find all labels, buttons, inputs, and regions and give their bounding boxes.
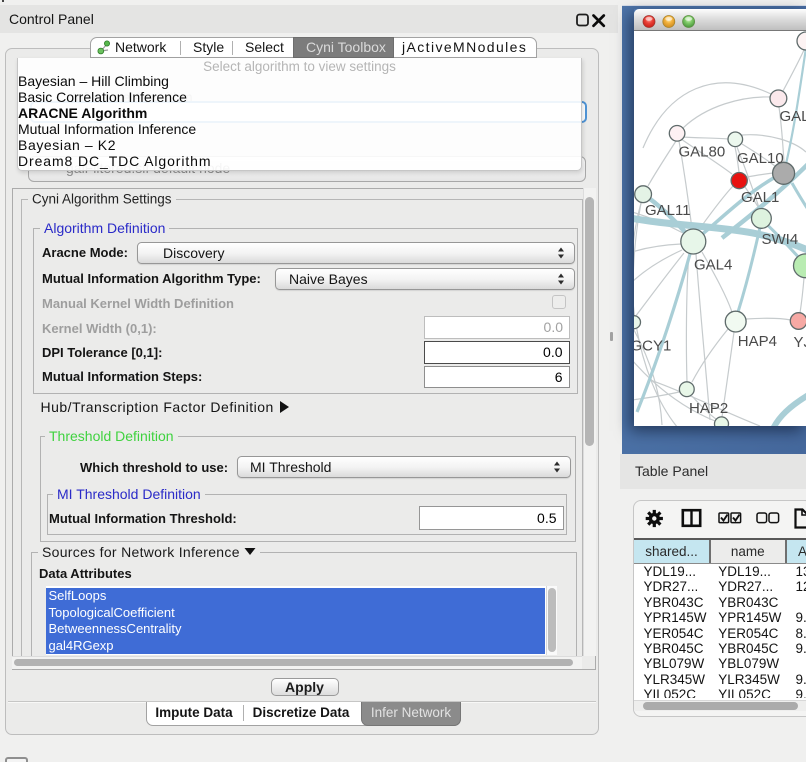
svg-text:HAP2: HAP2 (689, 400, 728, 417)
svg-text:GAL80: GAL80 (679, 143, 726, 160)
svg-text:GAL11: GAL11 (645, 202, 691, 219)
svg-text:GCY1: GCY1 (634, 338, 671, 355)
svg-text:HAP4: HAP4 (738, 333, 777, 350)
svg-text:GAL4: GAL4 (694, 257, 732, 274)
svg-text:GAL7: GAL7 (780, 108, 806, 125)
svg-text:YJ: YJ (794, 334, 806, 351)
svg-text:GAL10: GAL10 (737, 150, 784, 167)
svg-text:SWI4: SWI4 (762, 231, 799, 248)
svg-text:GAL1: GAL1 (741, 189, 779, 206)
